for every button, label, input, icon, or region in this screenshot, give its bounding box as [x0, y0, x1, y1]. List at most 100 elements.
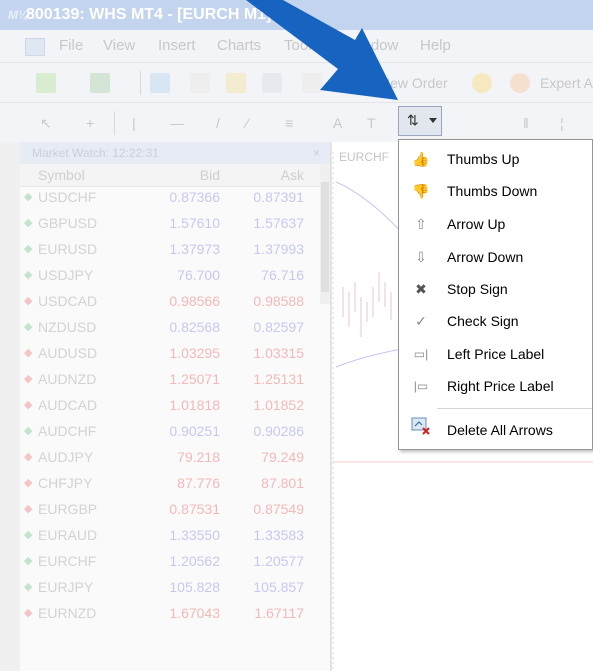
menu-item-label: Arrow Down	[447, 249, 524, 265]
text-icon[interactable]: A	[333, 113, 342, 133]
menu-item-check-sign[interactable]: ✓ Check Sign	[399, 305, 593, 337]
strategy-tester-icon[interactable]	[302, 73, 322, 93]
menu-item-label: Thumbs Down	[447, 183, 538, 199]
thumbs-down-icon: 👎	[412, 183, 430, 199]
menu-file[interactable]: File	[59, 30, 83, 62]
market-watch-row[interactable]: ◆ EURAUD 1.33550 1.33583	[20, 524, 320, 546]
row-bid: 1.57610	[169, 215, 220, 231]
terminal-icon[interactable]	[262, 73, 282, 93]
market-watch-row[interactable]: ◆ USDCAD 0.98566 0.98588	[20, 290, 320, 312]
row-symbol: EURJPY	[38, 579, 94, 595]
menu-view[interactable]: View	[103, 30, 135, 62]
market-watch-icon[interactable]	[150, 73, 170, 93]
toolbar-separator	[140, 71, 141, 95]
row-ask: 1.25131	[253, 371, 304, 387]
market-watch-row[interactable]: ◆ EURJPY 105.828 105.857	[20, 576, 320, 598]
menu-bar: File View Insert Charts Tools Window Hel…	[0, 30, 593, 62]
candlestick-icon[interactable]: ¦	[560, 113, 564, 133]
market-watch-row[interactable]: ◆ EURUSD 1.37973 1.37993	[20, 238, 320, 260]
row-bid: 1.37973	[169, 241, 220, 257]
menu-charts[interactable]: Charts	[217, 30, 261, 62]
menu-item-right-price-label[interactable]: |▭ Right Price Label	[399, 370, 593, 402]
price-down-icon: ◆	[24, 477, 33, 489]
menu-item-label: Thumbs Up	[447, 151, 520, 167]
row-ask: 105.857	[253, 579, 304, 595]
row-symbol: AUDNZD	[38, 371, 97, 387]
row-bid: 0.98566	[169, 293, 220, 309]
row-bid: 0.87366	[169, 189, 220, 205]
price-up-icon: ◆	[24, 425, 33, 437]
menu-item-thumbs-down[interactable]: 👎 Thumbs Down	[399, 175, 593, 207]
expert-advisors-button[interactable]: Expert A	[540, 73, 593, 93]
menu-window[interactable]: Window	[345, 30, 398, 62]
row-symbol: EURCHF	[38, 553, 97, 569]
row-ask: 1.57637	[253, 215, 304, 231]
menu-help[interactable]: Help	[420, 30, 451, 62]
column-header-bid[interactable]: Bid	[152, 164, 220, 186]
price-down-icon: ◆	[24, 347, 33, 359]
crosshair-icon[interactable]: +	[86, 113, 94, 133]
profiles-icon[interactable]	[90, 73, 110, 93]
menu-item-delete-all-arrows[interactable]: Delete All Arrows	[399, 414, 593, 446]
market-watch-row[interactable]: ◆ AUDNZD 1.25071 1.25131	[20, 368, 320, 390]
menu-insert[interactable]: Insert	[158, 30, 196, 62]
market-watch-row[interactable]: ◆ AUDCAD 1.01818 1.01852	[20, 394, 320, 416]
scrollbar-thumb[interactable]	[321, 182, 329, 292]
arrows-dropdown-button[interactable]: ⇅	[398, 106, 442, 136]
expert-advisors-icon[interactable]	[510, 73, 530, 93]
fibonacci-icon[interactable]: ⁄	[246, 113, 248, 133]
market-watch-row[interactable]: ◆ AUDJPY 79.218 79.249	[20, 446, 320, 468]
arrows-menu: 👍 Thumbs Up 👎 Thumbs Down ⇧ Arrow Up ⇩ A…	[398, 139, 593, 450]
cursor-icon[interactable]: ↖	[40, 113, 52, 133]
check-sign-icon: ✓	[415, 313, 427, 329]
market-watch-panel: Market Watch: 12:22:31 × Symbol Bid Ask …	[20, 142, 331, 671]
menu-item-stop-sign[interactable]: ✖ Stop Sign	[399, 273, 593, 305]
column-header-ask[interactable]: Ask	[232, 164, 304, 186]
row-symbol: EURGBP	[38, 501, 98, 517]
close-icon[interactable]: ×	[313, 142, 320, 164]
new-chart-icon[interactable]	[36, 73, 56, 93]
menu-item-arrow-down[interactable]: ⇩ Arrow Down	[399, 241, 593, 273]
row-ask: 76.716	[261, 267, 304, 283]
document-menu-icon[interactable]	[25, 38, 45, 56]
price-up-icon: ◆	[24, 217, 33, 229]
channel-icon[interactable]: ≡	[285, 113, 293, 133]
price-down-icon: ◆	[24, 373, 33, 385]
menu-item-label: Stop Sign	[447, 281, 508, 297]
market-watch-row[interactable]: ◆ AUDCHF 0.90251 0.90286	[20, 420, 320, 442]
menu-item-left-price-label[interactable]: ▭| Left Price Label	[399, 338, 593, 370]
row-bid: 1.20562	[169, 553, 220, 569]
market-watch-row[interactable]: ◆ CHFJPY 87.776 87.801	[20, 472, 320, 494]
chart-symbol-label: EURCHF	[339, 150, 389, 164]
price-down-icon: ◆	[24, 451, 33, 463]
vertical-line-icon[interactable]: |	[132, 113, 136, 133]
text-label-icon[interactable]: T	[367, 113, 376, 133]
market-watch-row[interactable]: ◆ USDCHF 0.87366 0.87391	[20, 186, 320, 208]
row-bid: 1.25071	[169, 371, 220, 387]
row-ask: 1.03315	[253, 345, 304, 361]
column-header-symbol[interactable]: Symbol	[38, 164, 85, 186]
autotrading-icon[interactable]	[472, 73, 492, 93]
market-watch-row[interactable]: ◆ GBPUSD 1.57610 1.57637	[20, 212, 320, 234]
horizontal-line-icon[interactable]: —	[170, 113, 184, 133]
row-ask: 0.98588	[253, 293, 304, 309]
standard-toolbar: New Order Expert A	[0, 62, 593, 103]
row-symbol: USDCAD	[38, 293, 98, 309]
market-watch-row[interactable]: ◆ EURCHF 1.20562 1.20577	[20, 550, 320, 572]
market-watch-row[interactable]: ◆ USDJPY 76.700 76.716	[20, 264, 320, 286]
menu-item-thumbs-up[interactable]: 👍 Thumbs Up	[399, 143, 593, 175]
new-order-button[interactable]: New Order	[380, 73, 448, 93]
price-up-icon: ◆	[24, 243, 33, 255]
menu-item-arrow-up[interactable]: ⇧ Arrow Up	[399, 208, 593, 240]
row-ask: 79.249	[261, 449, 304, 465]
trendline-icon[interactable]: /	[216, 113, 220, 133]
data-window-icon[interactable]	[226, 73, 246, 93]
navigator-icon[interactable]	[190, 73, 210, 93]
market-watch-row[interactable]: ◆ AUDUSD 1.03295 1.03315	[20, 342, 320, 364]
bar-chart-icon[interactable]: ‖	[523, 113, 529, 133]
market-watch-scrollbar[interactable]	[320, 164, 330, 304]
market-watch-row[interactable]: ◆ EURNZD 1.67043 1.67117	[20, 602, 320, 624]
market-watch-row[interactable]: ◆ EURGBP 0.87531 0.87549	[20, 498, 320, 520]
menu-tools[interactable]: Tools	[284, 30, 319, 62]
market-watch-row[interactable]: ◆ NZDUSD 0.82568 0.82597	[20, 316, 320, 338]
